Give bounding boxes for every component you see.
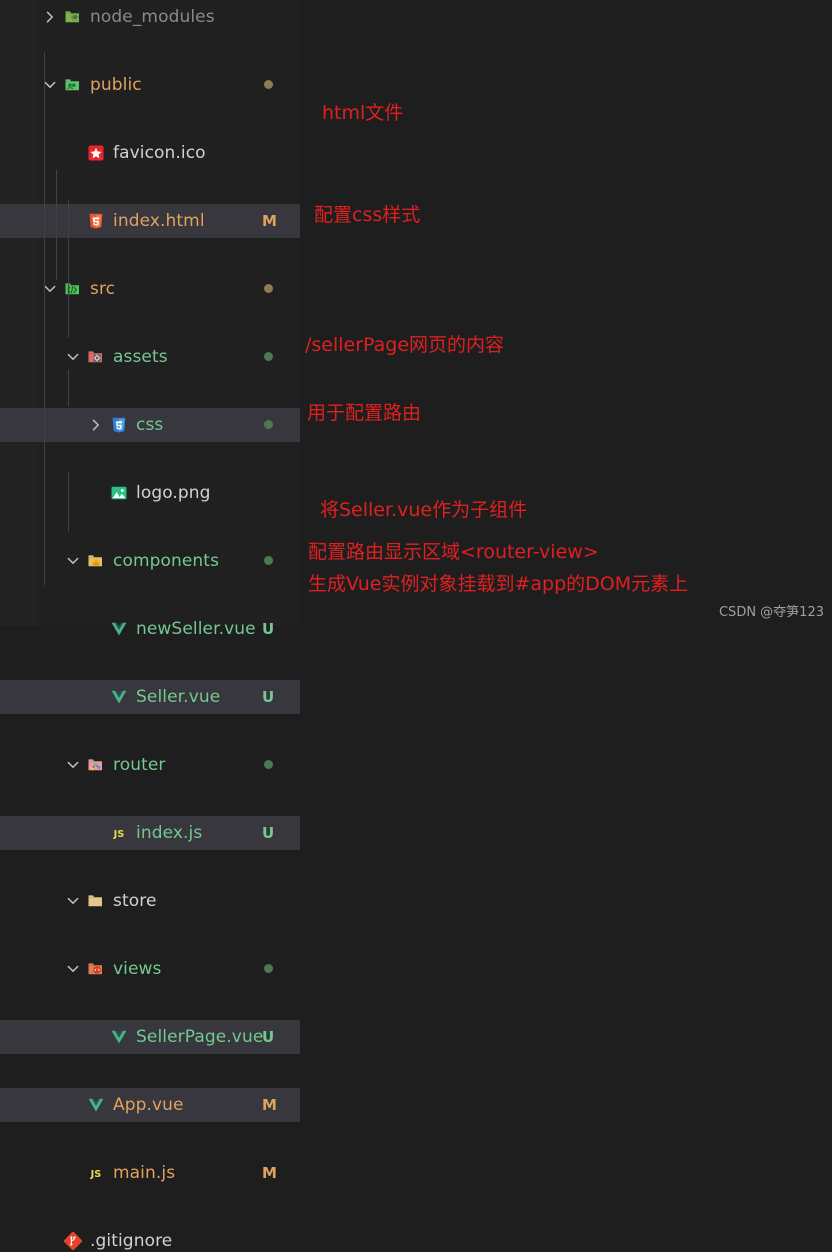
indent-guide-line — [68, 472, 69, 532]
svg-text:JS: JS — [113, 829, 125, 840]
csdn-watermark: CSDN @夺笋123 — [718, 605, 824, 620]
vue-icon — [110, 1028, 128, 1046]
chevron-down-icon[interactable] — [65, 893, 81, 909]
html5-icon — [87, 212, 105, 230]
chevron-down-icon[interactable] — [65, 553, 81, 569]
file-tree-row[interactable]: src — [0, 272, 300, 306]
file-name-label: Seller.vue — [136, 687, 221, 707]
editor-background: html文件配置css样式/sellerPage网页的内容 用于配置路由将Sell… — [300, 0, 832, 626]
annotation-text: /sellerPage网页的内容 — [305, 334, 505, 356]
file-name-label: SellerPage.vue — [136, 1027, 264, 1047]
chevron-down-icon[interactable] — [65, 961, 81, 977]
file-tree-row[interactable]: newSeller.vue U — [0, 612, 300, 646]
file-tree-row[interactable]: .gitignore — [0, 1224, 300, 1252]
file-name-label: node_modules — [90, 7, 215, 27]
router-folder-icon — [87, 756, 105, 774]
git-status-badge: M — [262, 1164, 277, 1182]
svg-text:JS: JS — [72, 15, 77, 20]
file-tree-row[interactable]: store — [0, 884, 300, 918]
plain-folder-icon — [87, 892, 105, 910]
file-name-label: main.js — [113, 1163, 176, 1183]
file-tree-row[interactable]: components — [0, 544, 300, 578]
chevron-right-icon[interactable] — [42, 9, 58, 25]
indent-guide-line — [44, 137, 45, 585]
file-tree-row[interactable]: JS main.js M — [0, 1156, 300, 1190]
file-name-label: App.vue — [113, 1095, 184, 1115]
git-status-badge: U — [262, 688, 275, 706]
file-tree-row[interactable]: assets — [0, 340, 300, 374]
vue-icon — [87, 1096, 105, 1114]
views-folder-icon — [87, 960, 105, 978]
indent-guide-line — [68, 370, 69, 406]
js-icon: JS — [110, 824, 128, 842]
nodejs-folder-icon: JS — [64, 8, 82, 26]
src-folder-icon — [64, 280, 82, 298]
chevron-down-icon[interactable] — [65, 349, 81, 365]
vue-icon — [110, 620, 128, 638]
file-tree-row[interactable]: views — [0, 952, 300, 986]
folder-status-dot — [264, 964, 273, 973]
indent-guide-line — [68, 268, 69, 338]
annotation-text: html文件 — [322, 102, 404, 124]
file-tree-row[interactable]: router — [0, 748, 300, 782]
chevron-down-icon[interactable] — [65, 757, 81, 773]
file-tree-row[interactable]: Seller.vue U — [0, 680, 300, 714]
folder-status-dot — [264, 760, 273, 769]
folder-status-dot — [264, 284, 273, 293]
file-name-label: views — [113, 959, 162, 979]
git-status-badge: M — [262, 1096, 277, 1114]
git-status-badge: U — [262, 620, 275, 638]
file-explorer-panel[interactable]: JS node_modules public favicon.ico index… — [0, 0, 300, 1251]
public-folder-icon — [64, 76, 82, 94]
chevron-right-icon[interactable] — [88, 417, 104, 433]
indent-guide-line — [44, 52, 45, 137]
file-name-label: router — [113, 755, 166, 775]
folder-status-dot — [264, 80, 273, 89]
svg-text:JS: JS — [90, 1169, 102, 1180]
folder-status-dot — [264, 556, 273, 565]
file-name-label: index.js — [136, 823, 203, 843]
git-status-badge: M — [262, 212, 277, 230]
file-tree-row[interactable]: css — [0, 408, 300, 442]
git-status-badge: U — [262, 1028, 275, 1046]
file-tree-row[interactable]: SellerPage.vue U — [0, 1020, 300, 1054]
annotation-text: 生成Vue实例对象挂载到#app的DOM元素上 — [308, 573, 689, 595]
file-name-label: components — [113, 551, 220, 571]
file-tree-row[interactable]: index.html M — [0, 204, 300, 238]
file-tree-row[interactable]: favicon.ico — [0, 136, 300, 170]
file-name-label: public — [90, 75, 142, 95]
components-folder-icon — [87, 552, 105, 570]
annotation-text: 配置css样式 — [314, 204, 421, 226]
indent-guide-line — [68, 200, 69, 270]
file-tree-row[interactable]: App.vue M — [0, 1088, 300, 1122]
folder-status-dot — [264, 352, 273, 361]
file-name-label: logo.png — [136, 483, 211, 503]
file-name-label: src — [90, 279, 116, 299]
vue-icon — [110, 688, 128, 706]
file-name-label: newSeller.vue — [136, 619, 256, 639]
image-file-icon — [110, 484, 128, 502]
git-icon — [64, 1232, 82, 1250]
annotation-text: 用于配置路由 — [307, 402, 422, 424]
git-status-badge: U — [262, 824, 275, 842]
file-name-label: .gitignore — [90, 1231, 173, 1251]
file-name-label: css — [136, 415, 164, 435]
file-tree-row[interactable]: public — [0, 68, 300, 102]
annotation-text: 将Seller.vue作为子组件 — [320, 499, 528, 521]
file-name-label: favicon.ico — [113, 143, 206, 163]
file-name-label: index.html — [113, 211, 205, 231]
assets-folder-icon — [87, 348, 105, 366]
file-tree-row[interactable]: JS index.js U — [0, 816, 300, 850]
file-name-label: assets — [113, 347, 168, 367]
file-tree-row[interactable]: logo.png — [0, 476, 300, 510]
css3-icon — [110, 416, 128, 434]
annotation-text: 配置路由显示区域<router-view> — [308, 541, 599, 563]
js-icon: JS — [87, 1164, 105, 1182]
file-tree-row[interactable]: JS node_modules — [0, 0, 300, 34]
file-name-label: store — [113, 891, 157, 911]
folder-status-dot — [264, 420, 273, 429]
indent-guide-line — [56, 170, 57, 280]
favicon-star-icon — [87, 144, 105, 162]
file-tree[interactable]: JS node_modules public favicon.ico index… — [0, 0, 300, 1251]
